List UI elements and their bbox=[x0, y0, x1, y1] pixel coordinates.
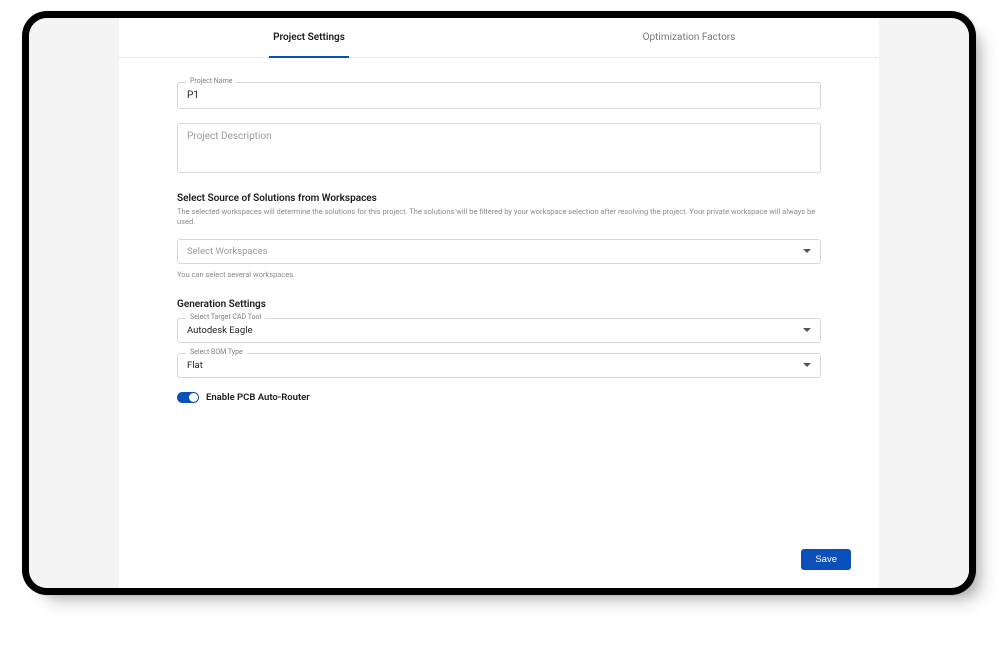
chevron-down-icon bbox=[803, 249, 811, 253]
bom-type-value: Flat bbox=[187, 360, 203, 371]
cad-tool-value: Autodesk Eagle bbox=[187, 325, 253, 336]
auto-router-row: Enable PCB Auto-Router bbox=[177, 392, 821, 403]
workspaces-heading: Select Source of Solutions from Workspac… bbox=[177, 193, 821, 204]
chevron-down-icon bbox=[803, 363, 811, 367]
workspaces-sub: The selected workspaces will determine t… bbox=[177, 207, 821, 227]
content-area: Project Name Select Source of Solutions … bbox=[119, 58, 879, 549]
project-description-field bbox=[177, 123, 821, 173]
save-button[interactable]: Save bbox=[801, 549, 851, 570]
bom-type-select[interactable]: Select BOM Type Flat bbox=[177, 353, 821, 378]
auto-router-label: Enable PCB Auto-Router bbox=[206, 392, 310, 403]
project-name-field: Project Name bbox=[177, 82, 821, 109]
cad-tool-label: Select Target CAD Tool bbox=[186, 314, 265, 321]
workspaces-select-placeholder: Select Workspaces bbox=[187, 246, 268, 257]
app-canvas: Project Settings Optimization Factors Pr… bbox=[29, 18, 969, 588]
workspaces-select[interactable]: Select Workspaces bbox=[177, 239, 821, 264]
settings-panel: Project Settings Optimization Factors Pr… bbox=[119, 18, 879, 588]
project-name-label: Project Name bbox=[186, 78, 236, 85]
tab-project-settings[interactable]: Project Settings bbox=[119, 24, 499, 57]
generation-heading: Generation Settings bbox=[177, 299, 821, 310]
tab-optimization-factors[interactable]: Optimization Factors bbox=[499, 24, 879, 57]
chevron-down-icon bbox=[803, 328, 811, 332]
footer: Save bbox=[119, 549, 879, 588]
device-frame: Project Settings Optimization Factors Pr… bbox=[29, 18, 969, 588]
tabs: Project Settings Optimization Factors bbox=[119, 18, 879, 58]
workspaces-helper: You can select several workspaces. bbox=[177, 270, 821, 279]
bom-type-label: Select BOM Type bbox=[186, 349, 247, 356]
project-description-textarea[interactable] bbox=[178, 124, 820, 168]
auto-router-toggle[interactable] bbox=[177, 392, 199, 403]
project-name-input[interactable] bbox=[178, 83, 820, 108]
cad-tool-select[interactable]: Select Target CAD Tool Autodesk Eagle bbox=[177, 318, 821, 343]
